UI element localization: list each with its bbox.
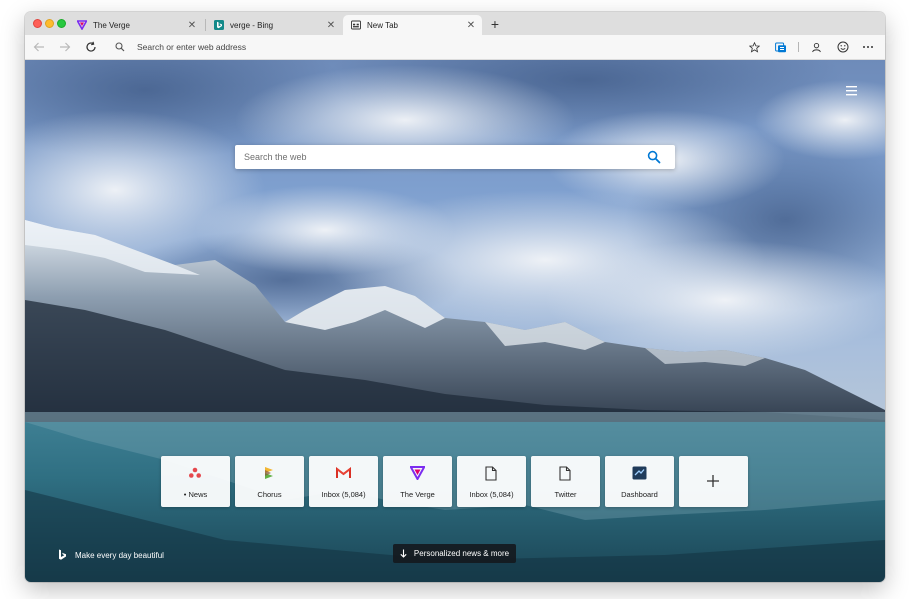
dashboard-icon xyxy=(631,465,647,481)
new-tab-page-icon xyxy=(351,20,361,30)
plus-icon xyxy=(703,471,723,491)
toolbar xyxy=(25,35,885,60)
maximize-window-button[interactable] xyxy=(57,19,66,28)
top-site-tile-inbox[interactable]: Inbox (5,084) xyxy=(457,456,526,507)
personalized-news-button[interactable]: Personalized news & more xyxy=(393,544,516,563)
add-top-site-tile[interactable] xyxy=(679,456,748,507)
page-settings-menu-icon[interactable] xyxy=(843,84,861,98)
gmail-icon xyxy=(335,465,351,481)
news-button-label: Personalized news & more xyxy=(413,549,510,558)
news-icon xyxy=(187,465,203,481)
tab-title: verge - Bing xyxy=(230,20,274,30)
tab-title: New Tab xyxy=(367,20,398,30)
search-icon[interactable] xyxy=(647,150,661,164)
forward-arrow-icon[interactable] xyxy=(57,39,73,55)
brand-text: Make every day beautiful xyxy=(75,550,164,560)
tile-label: Inbox (5,084) xyxy=(469,490,514,499)
tile-label: Twitter xyxy=(554,490,577,499)
tile-label: Chorus xyxy=(257,490,282,499)
browser-window: The Verge ✕ verge - Bing ✕ New Tab ✕ + S… xyxy=(25,12,885,582)
minimize-window-button[interactable] xyxy=(45,19,54,28)
document-icon xyxy=(557,465,573,481)
arrow-down-icon xyxy=(400,549,407,558)
back-arrow-icon[interactable] xyxy=(31,39,47,55)
verge-logo-icon xyxy=(409,465,425,481)
close-tab-icon[interactable]: ✕ xyxy=(464,20,478,31)
top-site-tile-chorus[interactable]: Chorus xyxy=(235,456,304,507)
tab-the-verge[interactable]: The Verge ✕ xyxy=(69,15,203,35)
new-tab-plus-icon[interactable]: + xyxy=(487,16,503,32)
tile-label: Dashboard xyxy=(621,490,658,499)
top-site-tile-twitter[interactable]: Twitter xyxy=(531,456,600,507)
address-bar[interactable] xyxy=(109,37,773,57)
verge-logo-icon xyxy=(77,20,87,30)
search-icon xyxy=(115,42,129,52)
more-options-icon[interactable] xyxy=(860,39,876,55)
feedback-smiley-icon[interactable] xyxy=(835,39,851,55)
tab-verge-bing[interactable]: verge - Bing ✕ xyxy=(206,15,342,35)
tab-title: The Verge xyxy=(93,20,130,30)
close-tab-icon[interactable]: ✕ xyxy=(324,20,338,31)
new-tab-page: • News Chorus Inbox (5,084) The Verge In… xyxy=(25,60,885,582)
top-site-tile-news[interactable]: • News xyxy=(161,456,230,507)
tile-label: • News xyxy=(183,490,208,499)
tab-strip: The Verge ✕ verge - Bing ✕ New Tab ✕ + xyxy=(25,12,885,35)
top-site-tile-dashboard[interactable]: Dashboard xyxy=(605,456,674,507)
refresh-icon[interactable] xyxy=(83,39,99,55)
top-site-tile-the-verge[interactable]: The Verge xyxy=(383,456,452,507)
tile-label: The Verge xyxy=(400,490,435,499)
bing-branding[interactable]: Make every day beautiful xyxy=(58,548,164,562)
tile-label: Inbox (5,084) xyxy=(321,490,366,499)
background-image-mountain-lake xyxy=(25,60,885,582)
chorus-icon xyxy=(261,465,277,481)
profile-icon[interactable] xyxy=(808,39,824,55)
favorite-star-icon[interactable] xyxy=(746,39,762,55)
web-search-input[interactable] xyxy=(244,152,639,162)
top-site-tile-gmail-inbox[interactable]: Inbox (5,084) xyxy=(309,456,378,507)
close-window-button[interactable] xyxy=(33,19,42,28)
bing-logo-icon xyxy=(214,20,224,30)
address-input[interactable] xyxy=(137,42,697,52)
bing-logo-icon xyxy=(58,549,67,561)
collections-icon[interactable] xyxy=(773,39,789,55)
close-tab-icon[interactable]: ✕ xyxy=(185,20,199,31)
toolbar-divider xyxy=(798,42,799,52)
web-search-box[interactable] xyxy=(235,145,675,169)
tab-new-tab[interactable]: New Tab ✕ xyxy=(343,15,482,35)
document-icon xyxy=(483,465,499,481)
